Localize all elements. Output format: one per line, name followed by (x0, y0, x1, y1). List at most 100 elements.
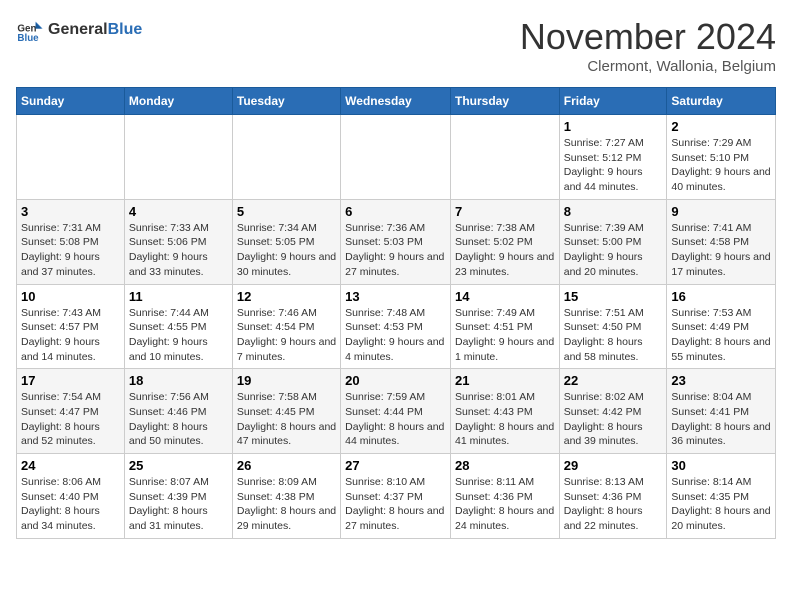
logo: Gen Blue GeneralBlue (16, 16, 142, 44)
calendar-cell (450, 115, 559, 200)
calendar-cell: 6 Sunrise: 7:36 AM Sunset: 5:03 PM Daylig… (341, 199, 451, 284)
calendar-cell: 10 Sunrise: 7:43 AM Sunset: 4:57 PM Dayli… (17, 284, 125, 369)
day-number: 5 (237, 204, 336, 219)
day-number: 7 (455, 204, 555, 219)
day-number: 26 (237, 458, 336, 473)
day-number: 6 (345, 204, 446, 219)
calendar-cell: 1 Sunrise: 7:27 AM Sunset: 5:12 PM Daylig… (559, 115, 667, 200)
day-info: Sunrise: 8:04 AM Sunset: 4:41 PM Dayligh… (671, 390, 771, 449)
calendar-cell: 7 Sunrise: 7:38 AM Sunset: 5:02 PM Daylig… (450, 199, 559, 284)
day-info: Sunrise: 7:39 AM Sunset: 5:00 PM Dayligh… (564, 221, 663, 280)
day-number: 19 (237, 373, 336, 388)
calendar-cell (17, 115, 125, 200)
day-info: Sunrise: 8:01 AM Sunset: 4:43 PM Dayligh… (455, 390, 555, 449)
calendar-cell: 26 Sunrise: 8:09 AM Sunset: 4:38 PM Dayli… (232, 454, 340, 539)
calendar-cell: 9 Sunrise: 7:41 AM Sunset: 4:58 PM Daylig… (667, 199, 776, 284)
day-number: 10 (21, 289, 120, 304)
day-info: Sunrise: 7:56 AM Sunset: 4:46 PM Dayligh… (129, 390, 228, 449)
page-header: Gen Blue GeneralBlue November 2024 Clerm… (16, 16, 776, 75)
day-number: 2 (671, 119, 771, 134)
calendar-cell: 15 Sunrise: 7:51 AM Sunset: 4:50 PM Dayli… (559, 284, 667, 369)
calendar-cell: 30Sunrise: 8:14 AM Sunset: 4:35 PM Dayli… (667, 454, 776, 539)
day-number: 12 (237, 289, 336, 304)
day-number: 17 (21, 373, 120, 388)
calendar-cell: 11 Sunrise: 7:44 AM Sunset: 4:55 PM Dayli… (124, 284, 232, 369)
day-info: Sunrise: 7:51 AM Sunset: 4:50 PM Dayligh… (564, 306, 663, 365)
day-number: 22 (564, 373, 663, 388)
location: Clermont, Wallonia, Belgium (520, 58, 776, 75)
calendar-cell: 27Sunrise: 8:10 AM Sunset: 4:37 PM Dayli… (341, 454, 451, 539)
day-number: 8 (564, 204, 663, 219)
day-of-week-tuesday: Tuesday (232, 88, 340, 115)
calendar-cell: 20Sunrise: 7:59 AM Sunset: 4:44 PM Dayli… (341, 369, 451, 454)
logo-blue: Blue (108, 21, 143, 38)
day-of-week-monday: Monday (124, 88, 232, 115)
day-number: 3 (21, 204, 120, 219)
day-number: 20 (345, 373, 446, 388)
day-number: 27 (345, 458, 446, 473)
day-info: Sunrise: 7:41 AM Sunset: 4:58 PM Dayligh… (671, 221, 771, 280)
calendar-table: SundayMondayTuesdayWednesdayThursdayFrid… (16, 87, 776, 539)
day-number: 25 (129, 458, 228, 473)
day-number: 9 (671, 204, 771, 219)
calendar-cell: 21Sunrise: 8:01 AM Sunset: 4:43 PM Dayli… (450, 369, 559, 454)
day-of-week-wednesday: Wednesday (341, 88, 451, 115)
calendar-cell: 5 Sunrise: 7:34 AM Sunset: 5:05 PM Daylig… (232, 199, 340, 284)
week-row-4: 17 Sunrise: 7:54 AM Sunset: 4:47 PM Dayli… (17, 369, 776, 454)
header-row: SundayMondayTuesdayWednesdayThursdayFrid… (17, 88, 776, 115)
calendar-body: 1 Sunrise: 7:27 AM Sunset: 5:12 PM Daylig… (17, 115, 776, 539)
day-info: Sunrise: 7:54 AM Sunset: 4:47 PM Dayligh… (21, 390, 120, 449)
day-info: Sunrise: 7:36 AM Sunset: 5:03 PM Dayligh… (345, 221, 446, 280)
day-number: 14 (455, 289, 555, 304)
logo-general: General (48, 21, 108, 38)
day-number: 4 (129, 204, 228, 219)
day-info: Sunrise: 7:34 AM Sunset: 5:05 PM Dayligh… (237, 221, 336, 280)
calendar-cell: 28Sunrise: 8:11 AM Sunset: 4:36 PM Dayli… (450, 454, 559, 539)
day-info: Sunrise: 7:49 AM Sunset: 4:51 PM Dayligh… (455, 306, 555, 365)
day-number: 1 (564, 119, 663, 134)
calendar-cell: 3 Sunrise: 7:31 AM Sunset: 5:08 PM Daylig… (17, 199, 125, 284)
day-of-week-thursday: Thursday (450, 88, 559, 115)
day-of-week-sunday: Sunday (17, 88, 125, 115)
calendar-cell: 23 Sunrise: 8:04 AM Sunset: 4:41 PM Dayli… (667, 369, 776, 454)
day-number: 16 (671, 289, 771, 304)
day-number: 11 (129, 289, 228, 304)
day-info: Sunrise: 7:48 AM Sunset: 4:53 PM Dayligh… (345, 306, 446, 365)
logo-icon: Gen Blue (16, 16, 44, 44)
calendar-cell: 19Sunrise: 7:58 AM Sunset: 4:45 PM Dayli… (232, 369, 340, 454)
day-number: 18 (129, 373, 228, 388)
calendar-cell: 24 Sunrise: 8:06 AM Sunset: 4:40 PM Dayli… (17, 454, 125, 539)
day-info: Sunrise: 7:31 AM Sunset: 5:08 PM Dayligh… (21, 221, 120, 280)
calendar-cell (232, 115, 340, 200)
day-info: Sunrise: 8:11 AM Sunset: 4:36 PM Dayligh… (455, 475, 555, 534)
calendar-cell (341, 115, 451, 200)
day-info: Sunrise: 7:29 AM Sunset: 5:10 PM Dayligh… (671, 136, 771, 195)
calendar-cell: 13 Sunrise: 7:48 AM Sunset: 4:53 PM Dayli… (341, 284, 451, 369)
day-info: Sunrise: 7:38 AM Sunset: 5:02 PM Dayligh… (455, 221, 555, 280)
day-info: Sunrise: 8:07 AM Sunset: 4:39 PM Dayligh… (129, 475, 228, 534)
day-info: Sunrise: 8:09 AM Sunset: 4:38 PM Dayligh… (237, 475, 336, 534)
day-info: Sunrise: 8:14 AM Sunset: 4:35 PM Dayligh… (671, 475, 771, 534)
day-info: Sunrise: 7:33 AM Sunset: 5:06 PM Dayligh… (129, 221, 228, 280)
day-number: 13 (345, 289, 446, 304)
month-title: November 2024 (520, 16, 776, 58)
calendar-cell: 29 Sunrise: 8:13 AM Sunset: 4:36 PM Dayli… (559, 454, 667, 539)
day-info: Sunrise: 7:27 AM Sunset: 5:12 PM Dayligh… (564, 136, 663, 195)
calendar-cell: 16Sunrise: 7:53 AM Sunset: 4:49 PM Dayli… (667, 284, 776, 369)
day-of-week-friday: Friday (559, 88, 667, 115)
day-of-week-saturday: Saturday (667, 88, 776, 115)
day-number: 23 (671, 373, 771, 388)
week-row-3: 10 Sunrise: 7:43 AM Sunset: 4:57 PM Dayli… (17, 284, 776, 369)
calendar-cell: 4 Sunrise: 7:33 AM Sunset: 5:06 PM Daylig… (124, 199, 232, 284)
day-info: Sunrise: 7:44 AM Sunset: 4:55 PM Dayligh… (129, 306, 228, 365)
day-info: Sunrise: 7:43 AM Sunset: 4:57 PM Dayligh… (21, 306, 120, 365)
day-number: 24 (21, 458, 120, 473)
day-number: 29 (564, 458, 663, 473)
calendar-cell: 18 Sunrise: 7:56 AM Sunset: 4:46 PM Dayli… (124, 369, 232, 454)
title-block: November 2024 Clermont, Wallonia, Belgiu… (520, 16, 776, 75)
calendar-cell: 8 Sunrise: 7:39 AM Sunset: 5:00 PM Daylig… (559, 199, 667, 284)
day-info: Sunrise: 8:13 AM Sunset: 4:36 PM Dayligh… (564, 475, 663, 534)
calendar-cell: 22Sunrise: 8:02 AM Sunset: 4:42 PM Dayli… (559, 369, 667, 454)
day-number: 15 (564, 289, 663, 304)
day-info: Sunrise: 8:06 AM Sunset: 4:40 PM Dayligh… (21, 475, 120, 534)
